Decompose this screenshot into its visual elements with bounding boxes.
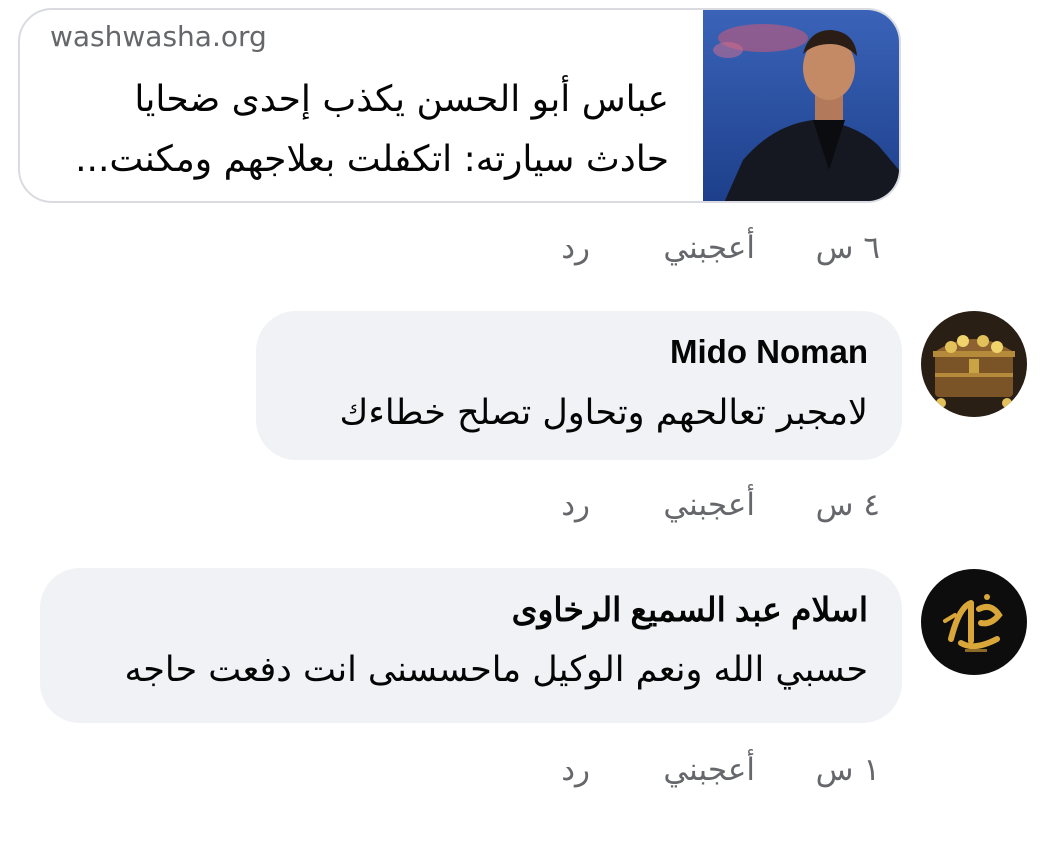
- link-domain: washwasha.org: [50, 20, 267, 53]
- avatar-mido-noman[interactable]: [921, 311, 1027, 417]
- comment-text: حسبي الله ونعم الوكيل ماحسسنى انت دفعت ح…: [124, 650, 868, 690]
- thumbnail-image: [703, 10, 899, 201]
- comment-actions: ٤ س أعجبني رد: [540, 487, 880, 527]
- comment-reply-button[interactable]: رد: [561, 752, 590, 788]
- comment-text: لامجبر تعالحهم وتحاول تصلح خطاءك: [339, 393, 868, 433]
- link-thumbnail[interactable]: [703, 10, 899, 201]
- comment-like-button[interactable]: أعجبني: [663, 752, 755, 788]
- link-preview-card[interactable]: washwasha.org عباس أبو الحسن يكذب إحدى ض…: [18, 8, 901, 203]
- calligraphy-logo-icon: [921, 569, 1027, 675]
- comment-time: ١ س: [815, 752, 880, 788]
- comment-actions: ١ س أعجبني رد: [540, 752, 880, 792]
- post-actions: ٦ س أعجبني رد: [540, 230, 880, 270]
- comment-author[interactable]: Mido Noman: [670, 333, 868, 371]
- post-like-button[interactable]: أعجبني: [663, 230, 755, 266]
- comment-bubble[interactable]: Mido Noman لامجبر تعالحهم وتحاول تصلح خط…: [256, 311, 902, 460]
- comment-reply-button[interactable]: رد: [561, 487, 590, 523]
- treasure-chest-icon: [921, 311, 1027, 417]
- comment-author[interactable]: اسلام عبد السميع الرخاوى: [512, 590, 868, 629]
- post-time: ٦ س: [815, 230, 880, 266]
- comment-time: ٤ س: [815, 487, 880, 523]
- comment-bubble[interactable]: اسلام عبد السميع الرخاوى حسبي الله ونعم …: [40, 568, 902, 723]
- avatar-islam[interactable]: [921, 569, 1027, 675]
- link-title[interactable]: عباس أبو الحسن يكذب إحدى ضحايا حادث سيار…: [49, 70, 669, 190]
- post-reply-button[interactable]: رد: [561, 230, 590, 266]
- comment-like-button[interactable]: أعجبني: [663, 487, 755, 523]
